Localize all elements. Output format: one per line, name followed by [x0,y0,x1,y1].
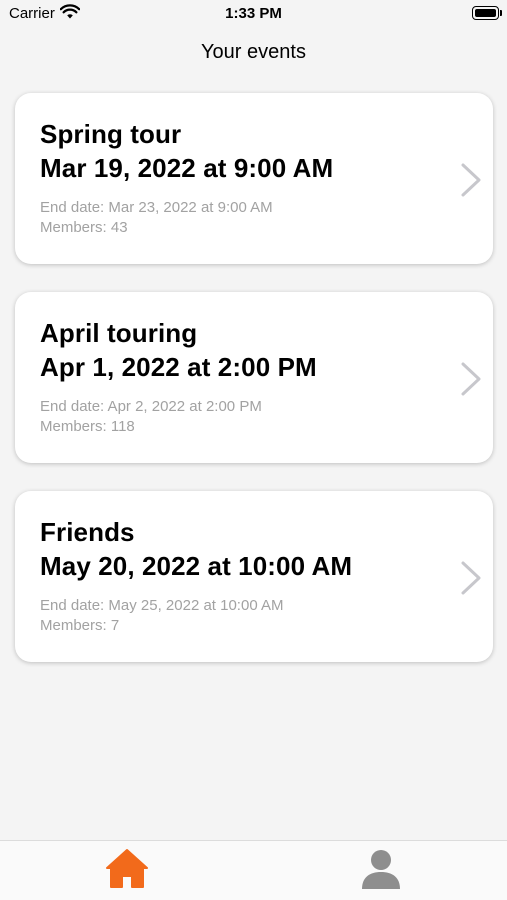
event-card-friends[interactable]: Friends May 20, 2022 at 10:00 AM End dat… [15,491,493,662]
event-name: Friends [40,517,135,547]
event-name: Spring tour [40,119,182,149]
event-card-spring-tour[interactable]: Spring tour Mar 19, 2022 at 9:00 AM End … [15,93,493,264]
event-end-date: End date: Mar 23, 2022 at 9:00 AM [40,199,273,216]
screen: Carrier 1:33 PM Your events Spring tour … [0,0,507,900]
tab-home[interactable] [103,847,151,891]
home-icon [106,849,148,888]
chevron-right-icon [461,362,481,396]
status-time: 1:33 PM [225,5,282,22]
battery-icon [472,6,499,20]
tab-profile[interactable] [357,847,405,891]
event-members: Members: 7 [40,617,120,634]
event-card-april-touring[interactable]: April touring Apr 1, 2022 at 2:00 PM End… [15,292,493,463]
battery-tip [500,10,502,16]
chevron-right-icon [461,561,481,595]
chevron-right-icon [461,163,481,197]
profile-icon [362,850,400,889]
event-start-date: Apr 1, 2022 at 2:00 PM [40,352,317,382]
event-end-date: End date: Apr 2, 2022 at 2:00 PM [40,398,262,415]
event-start-date: Mar 19, 2022 at 9:00 AM [40,153,334,183]
event-name: April touring [40,318,198,348]
event-end-date: End date: May 25, 2022 at 10:00 AM [40,597,284,614]
tab-bar [0,840,507,900]
event-start-date: May 20, 2022 at 10:00 AM [40,551,353,581]
event-members: Members: 43 [40,219,128,236]
status-bar: Carrier 1:33 PM [0,0,507,28]
page-title: Your events [201,41,306,63]
event-members: Members: 118 [40,418,135,435]
